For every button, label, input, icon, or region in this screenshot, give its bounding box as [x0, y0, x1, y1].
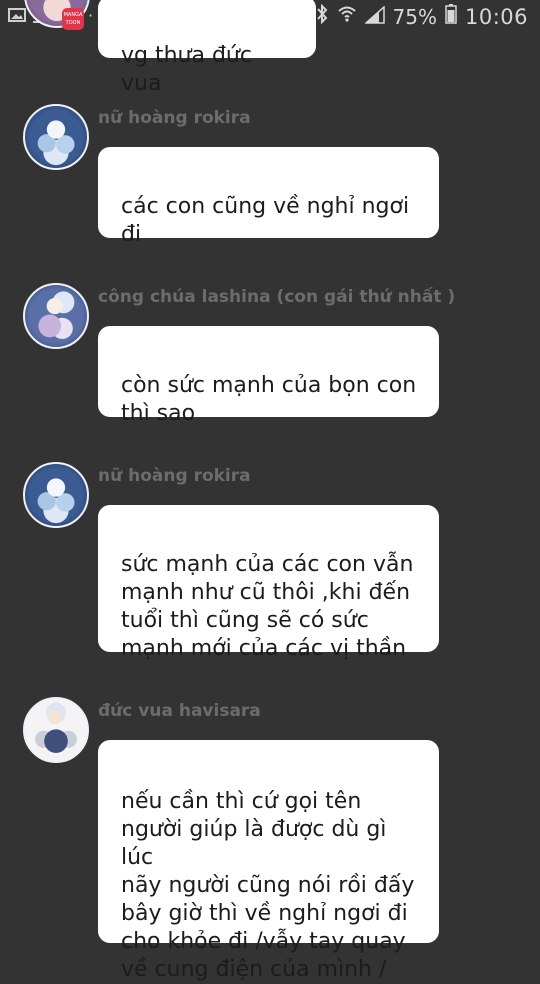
- message-text: nếu cần thì cứ gọi tên người giúp là đượ…: [121, 789, 415, 982]
- sender-name: đức vua havisara: [98, 701, 261, 721]
- avatar-king-havisara[interactable]: [23, 697, 89, 763]
- avatar-princess-lashina[interactable]: [23, 283, 89, 349]
- battery-icon: [445, 4, 457, 29]
- bluetooth-icon: [315, 3, 329, 29]
- app-badge-icon: MANGA TOON: [62, 8, 84, 30]
- message-text: vg thưa đức vua: [121, 43, 252, 96]
- image-icon: [8, 7, 26, 27]
- avatar-queen-rokira[interactable]: [23, 462, 89, 528]
- message-bubble[interactable]: nếu cần thì cứ gọi tên người giúp là đượ…: [98, 740, 439, 982]
- message-text: sức mạnh của các con vẫn mạnh như cũ thô…: [121, 552, 414, 661]
- battery-percent: 75%: [392, 4, 437, 29]
- signal-icon: [363, 4, 385, 29]
- message-bubble[interactable]: còn sức mạnh của bọn con thì sao: [98, 326, 439, 426]
- message-bubble[interactable]: sức mạnh của các con vẫn mạnh như cũ thô…: [98, 505, 439, 661]
- status-bar-right: 75% 10:06: [315, 3, 528, 29]
- sender-name: nữ hoàng rokira: [98, 108, 251, 128]
- app-badge-line2: TOON: [65, 20, 81, 26]
- message-text: các con cũng về nghỉ ngơi đi: [121, 194, 410, 247]
- wifi-icon: [337, 4, 357, 29]
- app-badge-line1: MANGA: [63, 12, 83, 18]
- avatar-queen-rokira[interactable]: [23, 104, 89, 170]
- sender-name: công chúa lashina (con gái thứ nhất ): [98, 287, 456, 307]
- message-text: còn sức mạnh của bọn con thì sao: [121, 373, 417, 426]
- clock: 10:06: [464, 4, 528, 29]
- message-bubble[interactable]: các con cũng về nghỉ ngơi đi: [98, 147, 439, 247]
- sender-name: nữ hoàng rokira: [98, 466, 251, 486]
- status-dot: ·: [88, 6, 94, 25]
- message-bubble[interactable]: vg thưa đức vua: [98, 0, 316, 96]
